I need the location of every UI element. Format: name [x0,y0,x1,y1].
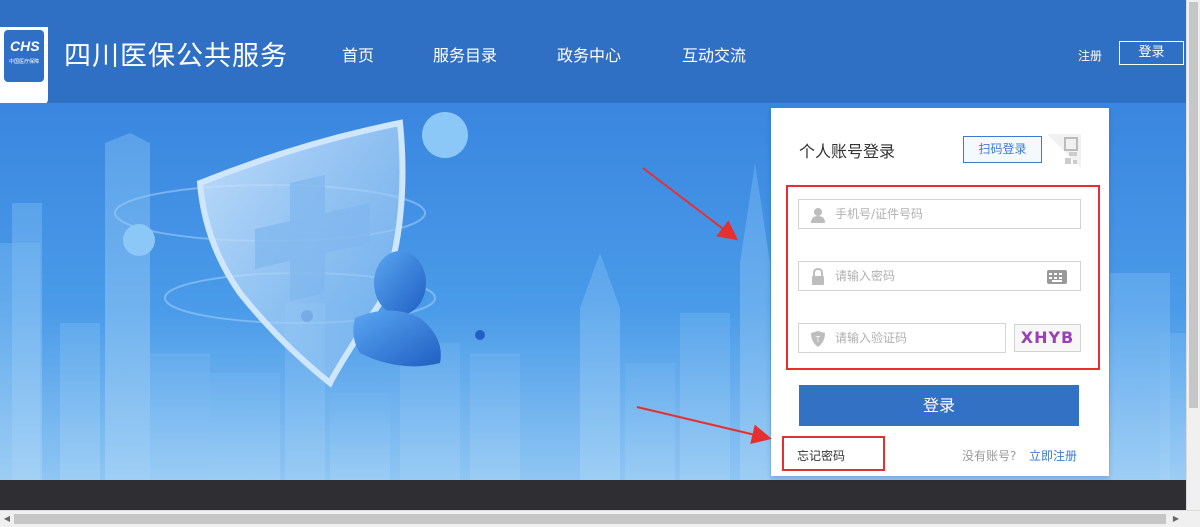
no-account-text: 没有账号? [962,449,1017,463]
header-login-button[interactable]: 登录 [1119,41,1184,65]
logo-mark: CHS 中国医疗保障 [4,30,44,82]
horizontal-scrollbar[interactable]: ◀ ▶ [0,510,1200,527]
nav-home[interactable]: 首页 [342,42,374,66]
scroll-left-arrow-icon[interactable]: ◀ [1,513,13,525]
qr-code-icon[interactable] [1047,134,1081,168]
vertical-scrollbar[interactable] [1186,0,1200,510]
nav-service-catalog[interactable]: 服务目录 [433,42,497,66]
header-register-link[interactable]: 注册 [1078,47,1102,64]
logo-text: CHS [10,38,40,54]
login-submit-button[interactable]: 登录 [799,385,1079,426]
register-now-link[interactable]: 立即注册 [1029,447,1077,464]
qr-login-tab[interactable]: 扫码登录 [963,136,1042,163]
scroll-right-arrow-icon[interactable]: ▶ [1170,513,1182,525]
top-header: CHS 中国医疗保障 四川医保公共服务 首页 服务目录 政务中心 互动交流 注册… [0,0,1186,105]
nav-interaction[interactable]: 互动交流 [682,42,746,66]
nav-government-center[interactable]: 政务中心 [557,42,621,66]
annotation-box-inputs [786,185,1100,370]
login-card-title: 个人账号登录 [799,142,896,161]
vertical-scroll-thumb[interactable] [1189,2,1198,408]
horizontal-scroll-thumb[interactable] [14,514,1166,524]
footer-strip [0,480,1186,510]
annotation-box-forgot [782,436,885,471]
logo-subtext: 中国医疗保障 [8,59,39,65]
site-title: 四川医保公共服务 [64,41,288,72]
site-logo[interactable]: CHS 中国医疗保障 [0,27,48,105]
